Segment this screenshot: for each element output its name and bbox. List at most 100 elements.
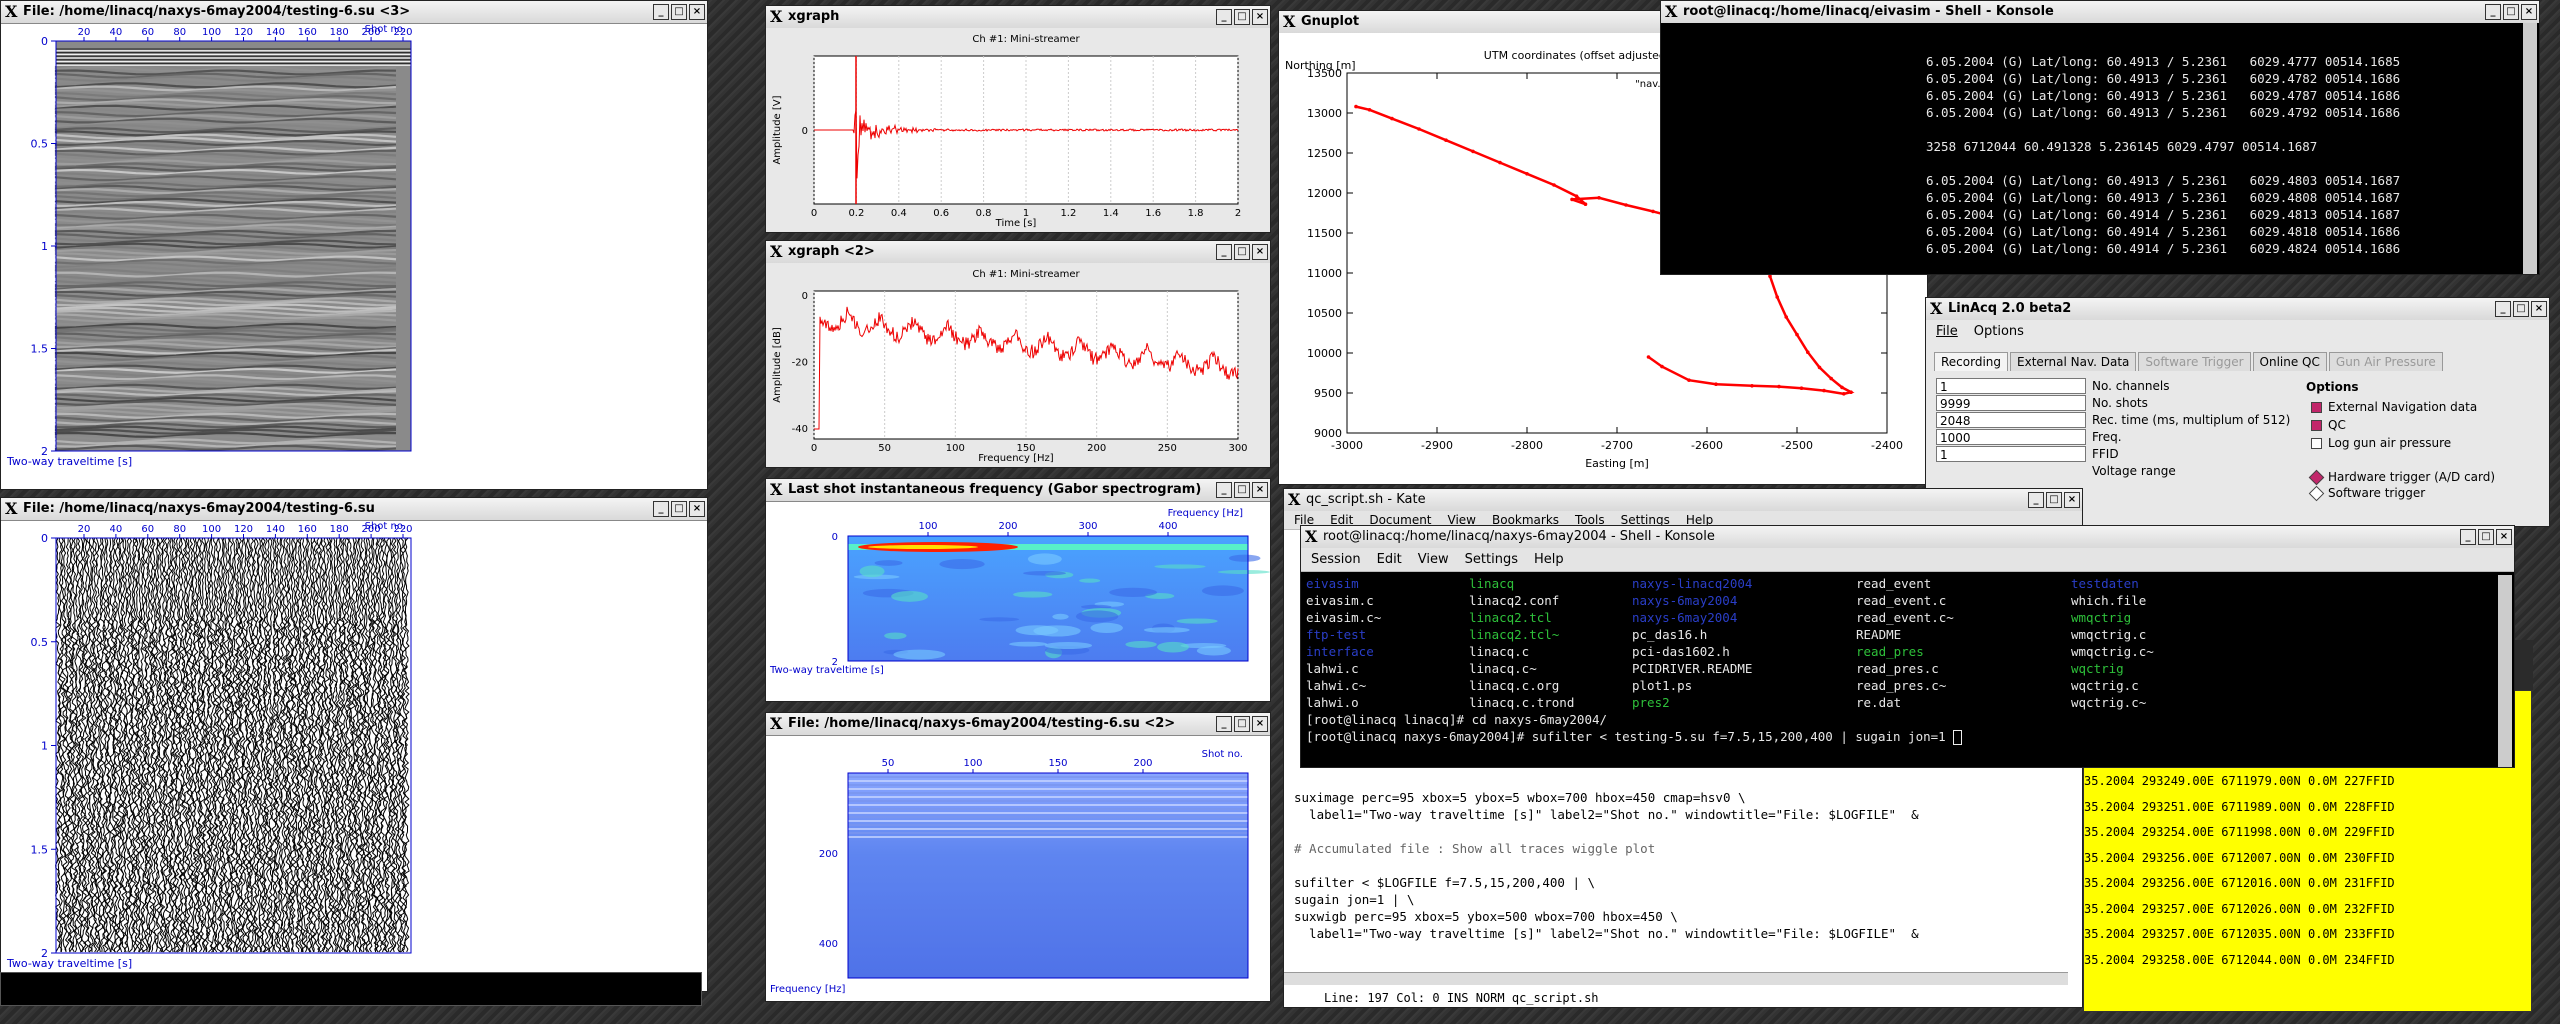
maximize-button[interactable]: □ (1234, 9, 1250, 25)
track-point (1574, 194, 1579, 198)
menubar: File Options (1926, 320, 2549, 343)
titlebar[interactable]: X xgraph <2> _ □ × (766, 241, 1270, 264)
track-point (1777, 384, 1781, 389)
spectral-patch (884, 632, 907, 640)
field-no-input[interactable]: 1 (1936, 378, 2086, 394)
scrollbar[interactable] (2498, 575, 2512, 767)
titlebar[interactable]: X Last shot instantaneous frequency (Gab… (766, 479, 1270, 502)
x-tick-label: 80 (173, 27, 186, 38)
tab-online-qc[interactable]: Online QC (2252, 352, 2327, 371)
y-tick-label: 1.5 (31, 843, 49, 856)
field-freq-input[interactable]: 1000 (1936, 429, 2086, 445)
close-button[interactable]: × (2496, 529, 2512, 545)
titlebar[interactable]: X root@linacq:/home/linacq/eivasim - She… (1661, 1, 2539, 24)
ls-entry: linacq.c.org (1469, 678, 1560, 693)
minimize-button[interactable]: _ (2485, 4, 2501, 20)
maximize-button[interactable]: □ (2503, 4, 2519, 20)
minimize-button[interactable]: _ (653, 501, 669, 517)
chart-title: UTM coordinates (offset adjusted) (1484, 49, 1670, 62)
close-button[interactable]: × (689, 501, 705, 517)
terminal-line: 6.05.2004 (G) Lat/long: 60.4914 / 5.2361… (1926, 224, 2401, 239)
close-button[interactable]: × (1252, 716, 1268, 732)
minimize-button[interactable]: _ (1216, 482, 1232, 498)
option-checkbox[interactable] (2311, 402, 2322, 413)
x-axis-label: Frequency [Hz] (1168, 508, 1244, 519)
code-line: # Accumulated file : Show all traces wig… (1294, 841, 1656, 856)
close-button[interactable]: × (1252, 482, 1268, 498)
maximize-button[interactable]: □ (671, 4, 687, 20)
x-tick-label: -3000 (1331, 439, 1363, 452)
track-point (1849, 390, 1853, 395)
field-no-input[interactable]: 9999 (1936, 395, 2086, 411)
spectral-patch (1228, 554, 1261, 562)
xgraph-window-2[interactable]: X xgraph <2> _ □ × Ch #1: Mini-streamer 0 50… (765, 240, 1271, 468)
titlebar[interactable]: X root@linacq:/home/linacq/naxys-6may200… (1301, 526, 2514, 549)
minimize-button[interactable]: _ (2460, 529, 2476, 545)
titlebar[interactable]: X xgraph _ □ × (766, 6, 1270, 29)
tab-software-trigger[interactable]: Software Trigger (2138, 352, 2251, 371)
frequency-window[interactable]: X File: /home/linacq/naxys-6may2004/test… (765, 712, 1271, 1002)
horizontal-scrollbar[interactable] (1284, 972, 2068, 985)
maximize-button[interactable]: □ (1234, 716, 1250, 732)
menu-file[interactable]: File (1936, 324, 1958, 339)
minimize-button[interactable]: _ (2495, 301, 2511, 317)
menu-options[interactable]: Options (1974, 324, 2024, 339)
bottom-terminal-strip[interactable] (0, 972, 702, 1006)
close-button[interactable]: × (1252, 244, 1268, 260)
close-button[interactable]: × (2064, 492, 2080, 508)
menu-view[interactable]: View (1418, 552, 1449, 567)
maximize-button[interactable]: □ (2513, 301, 2529, 317)
ls-entry: wmqctrig (2071, 610, 2132, 625)
maximize-button[interactable]: □ (2478, 529, 2494, 545)
titlebar[interactable]: X File: /home/linacq/naxys-6may2004/test… (766, 713, 1270, 736)
close-button[interactable]: × (2531, 301, 2547, 317)
xgraph-window[interactable]: X xgraph _ □ × Ch #1: Mini-streamer 0 0.2 0.4… (765, 5, 1271, 233)
x-tick-label: 100 (946, 443, 965, 454)
option-checkbox[interactable] (2311, 438, 2322, 449)
y-axis-label: Two-way traveltime [s] (6, 957, 132, 970)
scrollbar[interactable] (2523, 23, 2537, 274)
minimize-button[interactable]: _ (1216, 244, 1232, 260)
maximize-button[interactable]: □ (1234, 244, 1250, 260)
close-button[interactable]: × (2521, 4, 2537, 20)
ls-entry: pres2 (1632, 695, 1670, 710)
seismic-window-bottom[interactable]: X File: /home/linacq/naxys-6may2004/test… (0, 497, 708, 992)
editor-text[interactable]: suximage perc=95 xbox=5 ybox=5 wbox=700 … (1294, 789, 1919, 942)
maximize-button[interactable]: □ (2046, 492, 2062, 508)
nav-log-line: 35.2004 293257.00E 6712035.00N 0.0M 233F… (2084, 927, 2395, 941)
trigger-radio[interactable] (2308, 485, 2325, 502)
tab-external-nav-data[interactable]: External Nav. Data (2010, 352, 2137, 371)
ls-entry: linacq2.tcl (1469, 610, 1552, 625)
field-rec-input[interactable]: 2048 (1936, 412, 2086, 428)
konsole-eivasim-window[interactable]: X root@linacq:/home/linacq/eivasim - She… (1660, 0, 2540, 275)
ls-entry: lahwi.c (1306, 661, 1359, 676)
close-button[interactable]: × (1252, 9, 1268, 25)
minimize-button[interactable]: _ (1216, 716, 1232, 732)
close-button[interactable]: × (689, 4, 705, 20)
titlebar[interactable]: X LinAcq 2.0 beta2 _ □ × (1926, 298, 2549, 321)
minimize-button[interactable]: _ (1216, 9, 1232, 25)
ls-entry: read_pres (1856, 644, 1924, 659)
spectral-patch (1201, 585, 1244, 596)
titlebar[interactable]: X File: /home/linacq/naxys-6may2004/test… (1, 1, 707, 24)
energy-peak-core (868, 545, 978, 549)
titlebar[interactable]: X qc_script.sh - Kate _ □ × (1284, 489, 2082, 512)
tab-recording[interactable]: Recording (1934, 352, 2009, 371)
menu-help[interactable]: Help (1534, 552, 1564, 567)
maximize-button[interactable]: □ (1234, 482, 1250, 498)
menu-session[interactable]: Session (1311, 552, 1361, 567)
titlebar[interactable]: X File: /home/linacq/naxys-6may2004/test… (1, 498, 707, 521)
gabor-spectrogram-window[interactable]: X Last shot instantaneous frequency (Gab… (765, 478, 1271, 702)
maximize-button[interactable]: □ (671, 501, 687, 517)
seismic-window-top[interactable]: X File: /home/linacq/naxys-6may2004/test… (0, 0, 708, 490)
menu-settings[interactable]: Settings (1465, 552, 1518, 567)
option-checkbox[interactable] (2311, 420, 2322, 431)
konsole-main-window[interactable]: X root@linacq:/home/linacq/naxys-6may200… (1300, 525, 2515, 768)
command-line-2[interactable]: [root@linacq naxys-6may2004]# sufilter <… (1306, 728, 1963, 745)
minimize-button[interactable]: _ (2028, 492, 2044, 508)
minimize-button[interactable]: _ (653, 4, 669, 20)
field-ffid-input[interactable]: 1 (1936, 446, 2086, 462)
tab-gun-air-pressure[interactable]: Gun Air Pressure (2328, 352, 2443, 371)
menu-edit[interactable]: Edit (1377, 552, 1402, 567)
trigger-radio[interactable] (2308, 469, 2325, 486)
